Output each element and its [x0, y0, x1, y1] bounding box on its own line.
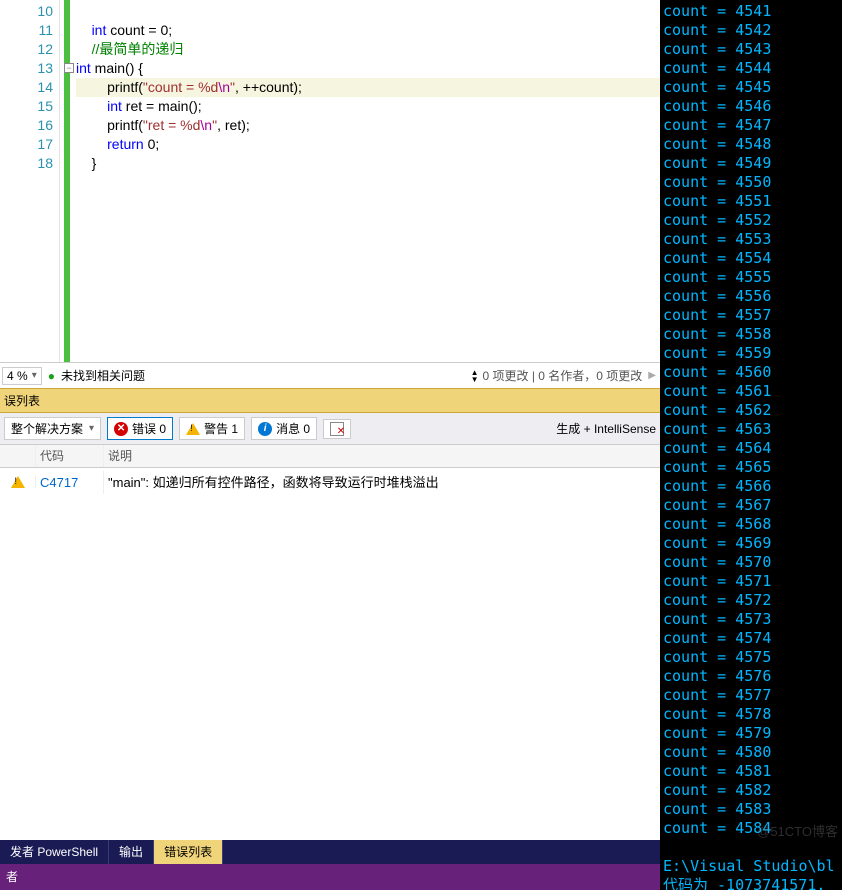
code-area[interactable]: int count = 0; //最简单的递归int main() { prin… [70, 0, 660, 362]
error-row[interactable]: !C4717"main": 如递归所有控件路径，函数将导致运行时堆栈溢出 [0, 468, 660, 496]
code-line[interactable]: //最简单的递归 [76, 40, 660, 59]
messages-filter-button[interactable]: i消息 0 [251, 417, 317, 440]
ide-left-pane: 101112131415161718 int count = 0; //最简单的… [0, 0, 660, 890]
column-code[interactable]: 代码 [36, 445, 104, 467]
code-line[interactable]: printf("ret = %d\n", ret); [76, 116, 660, 135]
code-line[interactable]: printf("count = %d\n", ++count); [76, 78, 660, 97]
code-line[interactable]: int ret = main(); [76, 97, 660, 116]
console-output: count = 4541 count = 4542 count = 4543 c… [660, 0, 842, 890]
code-line[interactable]: int main() { [76, 59, 660, 78]
error-list-toolbar: 整个解决方案 ✕错误 0 !警告 1 i消息 0 生成 + IntelliSen… [0, 413, 660, 445]
tab-powershell[interactable]: 发者 PowerShell [0, 840, 109, 864]
editor-status-bar: 4 % ● 未找到相关问题 ▲▼ 0 项更改 | 0 名作者，0 项更改 ▶ [0, 362, 660, 388]
error-code-link[interactable]: C4717 [40, 475, 78, 490]
no-issues-text: 未找到相关问题 [61, 367, 145, 384]
code-editor[interactable]: 101112131415161718 int count = 0; //最简单的… [0, 0, 660, 362]
error-list-header-row: 代码 说明 [0, 445, 660, 468]
console-window[interactable]: count = 4541 count = 4542 count = 4543 c… [660, 0, 842, 890]
scope-dropdown[interactable]: 整个解决方案 [4, 417, 101, 440]
column-desc[interactable]: 说明 [104, 445, 660, 467]
error-list-title: 误列表 [0, 388, 660, 413]
code-line[interactable]: int count = 0; [76, 21, 660, 40]
build-source-dropdown[interactable]: 生成 + IntelliSense [556, 420, 656, 437]
nav-arrows-icon[interactable]: ▲▼ [471, 369, 479, 383]
zoom-dropdown[interactable]: 4 % [2, 367, 42, 385]
code-line[interactable]: } [76, 154, 660, 173]
bottom-tabs: 发者 PowerShell 输出 错误列表 [0, 840, 660, 864]
vs-statusbar: 者 [0, 864, 660, 890]
error-icon: ✕ [114, 422, 128, 436]
error-list-body: !C4717"main": 如递归所有控件路径，函数将导致运行时堆栈溢出 [0, 468, 660, 840]
clear-filter-button[interactable] [323, 419, 351, 439]
clear-icon [330, 422, 344, 436]
tab-output[interactable]: 输出 [109, 840, 154, 864]
line-gutter: 101112131415161718 [0, 0, 60, 362]
change-marker-strip [60, 0, 70, 362]
collapse-icon[interactable] [64, 63, 74, 73]
tab-error-list[interactable]: 错误列表 [154, 840, 223, 864]
errors-filter-button[interactable]: ✕错误 0 [107, 417, 173, 440]
warning-icon: ! [186, 423, 200, 435]
code-line[interactable]: return 0; [76, 135, 660, 154]
check-icon: ● [48, 369, 55, 383]
warnings-filter-button[interactable]: !警告 1 [179, 417, 245, 440]
changes-text: 0 项更改 | 0 名作者，0 项更改 [482, 367, 642, 384]
info-icon: i [258, 422, 272, 436]
code-line[interactable] [76, 2, 660, 21]
warning-icon: ! [11, 476, 25, 488]
nav-right-icon[interactable]: ▶ [648, 370, 656, 381]
